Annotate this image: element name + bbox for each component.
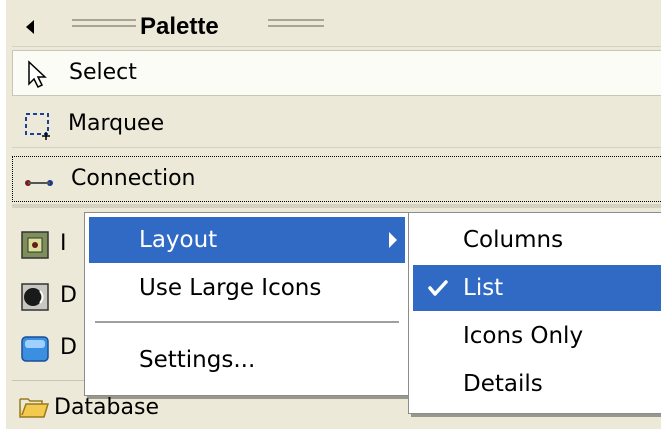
menu-separator bbox=[95, 321, 399, 324]
submenu-item-icons-only-label: Icons Only bbox=[463, 323, 584, 349]
palette-entry-label: D bbox=[60, 283, 77, 308]
checkmark-icon bbox=[428, 280, 448, 296]
submenu-item-icons-only[interactable]: Icons Only bbox=[413, 313, 661, 359]
component-icon bbox=[21, 231, 49, 259]
folder-open-icon bbox=[19, 398, 50, 418]
submenu-arrow-icon bbox=[389, 232, 397, 248]
collapse-arrow-icon[interactable] bbox=[26, 20, 34, 34]
layout-submenu: Columns List Icons Only Details bbox=[408, 212, 661, 414]
grip-right-icon[interactable] bbox=[268, 19, 324, 33]
menu-item-settings-label: Settings... bbox=[139, 347, 256, 373]
speaker-icon bbox=[21, 283, 49, 311]
cursor-arrow-icon bbox=[28, 60, 47, 89]
submenu-item-list[interactable]: List bbox=[413, 265, 661, 311]
tool-connection-label: Connection bbox=[71, 166, 196, 191]
submenu-item-columns[interactable]: Columns bbox=[413, 217, 661, 263]
blue-box-icon bbox=[21, 336, 49, 362]
palette-separator bbox=[12, 204, 661, 208]
palette-entry-label: D bbox=[60, 335, 77, 360]
menu-item-use-large-icons[interactable]: Use Large Icons bbox=[89, 265, 405, 311]
submenu-item-columns-label: Columns bbox=[463, 227, 564, 253]
submenu-item-list-label: List bbox=[463, 275, 504, 301]
menu-item-layout[interactable]: Layout bbox=[89, 217, 405, 263]
marquee-icon bbox=[25, 113, 50, 140]
connection-icon bbox=[25, 180, 53, 186]
palette-title: Palette bbox=[140, 13, 219, 40]
context-menu: Layout Use Large Icons Settings... bbox=[84, 212, 410, 396]
menu-item-settings[interactable]: Settings... bbox=[89, 337, 405, 383]
menu-item-layout-label: Layout bbox=[139, 227, 218, 253]
grip-left-icon[interactable] bbox=[72, 19, 136, 33]
palette-entry-label: I bbox=[60, 231, 67, 256]
tool-marquee[interactable]: Marquee bbox=[12, 102, 661, 148]
tool-marquee-label: Marquee bbox=[68, 111, 165, 136]
tool-select-label: Select bbox=[69, 60, 137, 85]
palette-title-bar[interactable]: Palette bbox=[12, 6, 661, 47]
menu-item-large-icons-label: Use Large Icons bbox=[139, 275, 322, 301]
drawer-label: Database bbox=[54, 395, 159, 420]
tool-select[interactable]: Select bbox=[12, 50, 661, 96]
tool-connection[interactable]: Connection bbox=[12, 156, 661, 202]
submenu-item-details[interactable]: Details bbox=[413, 361, 661, 407]
submenu-item-details-label: Details bbox=[463, 371, 543, 397]
